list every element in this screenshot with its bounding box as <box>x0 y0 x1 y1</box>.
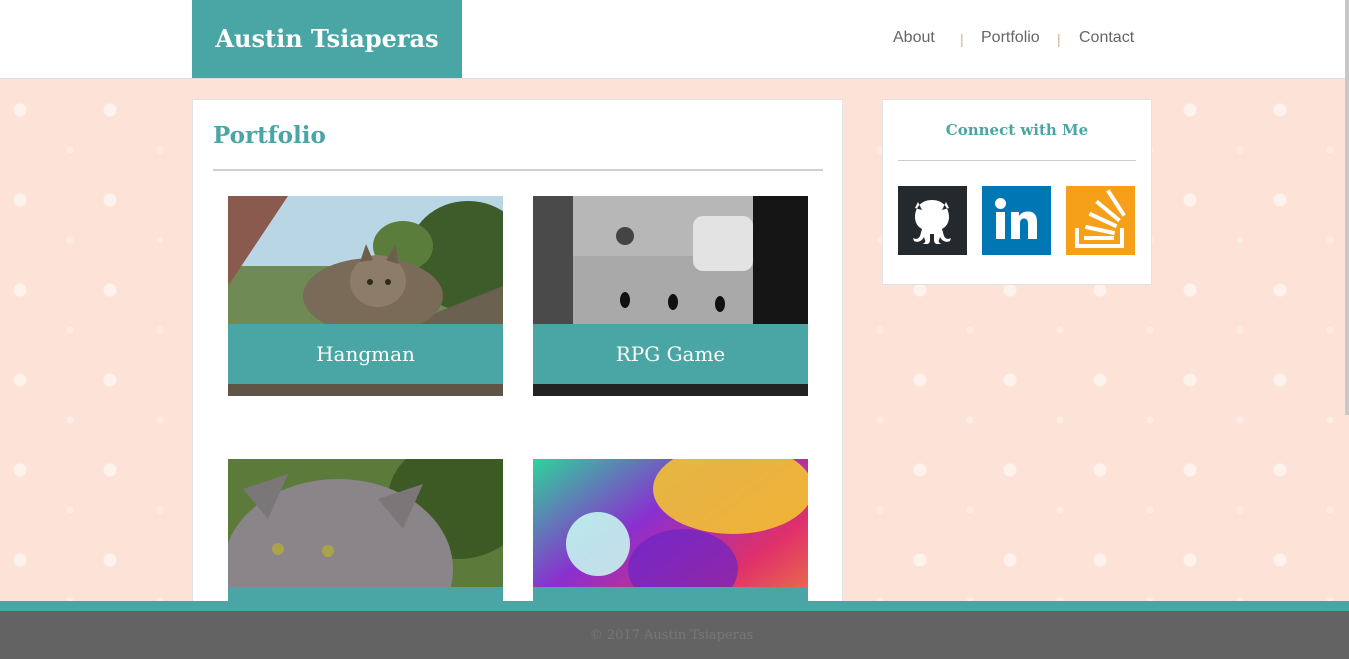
github-link[interactable] <box>898 186 967 255</box>
nav-separator: | <box>1057 31 1061 47</box>
project-caption: RPG Game <box>533 324 808 384</box>
title-divider <box>213 169 823 171</box>
connect-panel: Connect with Me <box>882 99 1152 285</box>
connect-divider <box>898 160 1136 161</box>
site-brand[interactable]: Austin Tsiaperas <box>192 0 462 78</box>
project-card-rpg-game[interactable]: RPG Game <box>533 196 808 396</box>
nav-separator: | <box>960 31 964 47</box>
connect-title: Connect with Me <box>945 121 1089 139</box>
nav-about[interactable]: About <box>893 29 935 47</box>
portfolio-panel: Portfolio Hangman RPG Game <box>192 99 843 659</box>
project-caption: Hangman <box>228 324 503 384</box>
page-title: Portfolio <box>213 122 326 149</box>
scrollbar[interactable] <box>1345 0 1349 415</box>
site-header: Austin Tsiaperas About | Portfolio | Con… <box>0 0 1349 79</box>
copyright-text: © 2017 Austin Tsiaperas <box>589 628 754 643</box>
linkedin-link[interactable] <box>982 186 1051 255</box>
footer-accent-band <box>0 601 1349 611</box>
project-card-hangman[interactable]: Hangman <box>228 196 503 396</box>
github-icon <box>913 200 951 244</box>
stackoverflow-icon <box>1075 189 1126 248</box>
nav-portfolio[interactable]: Portfolio <box>981 29 1040 47</box>
nav-contact[interactable]: Contact <box>1079 29 1134 47</box>
linkedin-icon <box>995 198 1037 239</box>
stackoverflow-link[interactable] <box>1066 186 1135 255</box>
site-footer: © 2017 Austin Tsiaperas <box>0 611 1349 659</box>
